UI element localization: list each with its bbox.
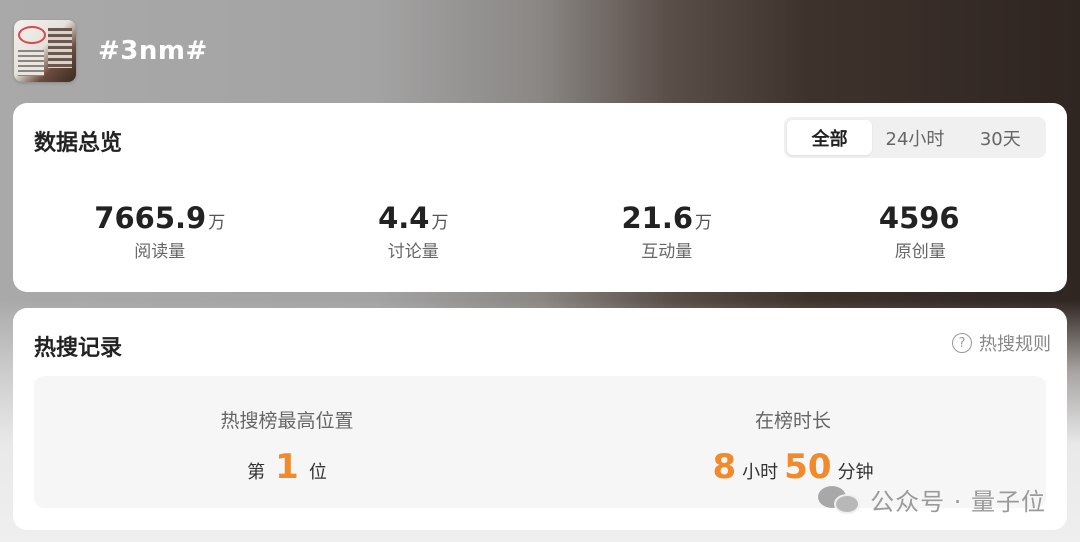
watermark: 公众号 · 量子位 [818,482,1046,517]
duration-title: 在榜时长 [754,410,831,432]
rank-prefix: 第 [247,462,266,483]
highest-position-block: 热搜榜最高位置 第 1 位 [34,376,540,508]
stat-reads: 7665.9 万 阅读量 [33,201,287,262]
tab-24h[interactable]: 24小时 [872,120,957,155]
duration-hours-unit: 小时 [742,462,779,483]
highest-position-title: 热搜榜最高位置 [220,410,354,432]
highest-position-value: 第 1 位 [34,447,540,487]
stat-unit: 万 [431,213,449,233]
stat-interactions: 21.6 万 互动量 [540,201,794,262]
topic-thumbnail[interactable] [14,20,76,82]
stat-label: 原创量 [894,242,946,262]
stat-value: 4596 [878,201,960,235]
duration-minutes: 50 [784,447,832,487]
tab-30d[interactable]: 30天 [958,120,1043,155]
stat-value: 21.6 [621,201,694,235]
stats-row: 7665.9 万 阅读量 4.4 万 讨论量 21.6 万 互动量 4596 原创量 [33,201,1047,262]
stat-label: 互动量 [641,242,693,262]
duration-minutes-unit: 分钟 [837,462,874,483]
stat-value: 4.4 [378,201,430,235]
tab-all[interactable]: 全部 [787,120,873,155]
topic-title: #3nm# [98,36,208,66]
hot-search-title: 热搜记录 [34,336,123,361]
overview-card: 数据总览 全部 24小时 30天 7665.9 万 阅读量 4.4 万 讨论量 21… [13,103,1067,292]
stat-originals: 4596 原创量 [794,201,1048,262]
rules-label: 热搜规则 [979,334,1051,355]
time-range-segmented-control: 全部 24小时 30天 [784,117,1046,158]
hot-search-rules-link[interactable]: ? 热搜规则 [952,330,1051,356]
watermark-text: 公众号 · 量子位 [870,488,1046,516]
duration-hours: 8 [712,447,737,487]
stat-label: 阅读量 [134,242,186,262]
stat-unit: 万 [695,213,713,233]
stat-value: 7665.9 [94,201,207,235]
stat-unit: 万 [208,213,226,233]
topic-header: #3nm# [14,20,208,82]
rank-suffix: 位 [308,462,327,483]
duration-value: 8 小时 50 分钟 [540,447,1046,487]
stat-discussions: 4.4 万 讨论量 [287,201,541,262]
stat-label: 讨论量 [387,242,439,262]
wechat-icon [818,484,862,516]
question-icon: ? [952,333,972,353]
overview-title: 数据总览 [34,131,123,156]
rank-number: 1 [275,447,299,487]
